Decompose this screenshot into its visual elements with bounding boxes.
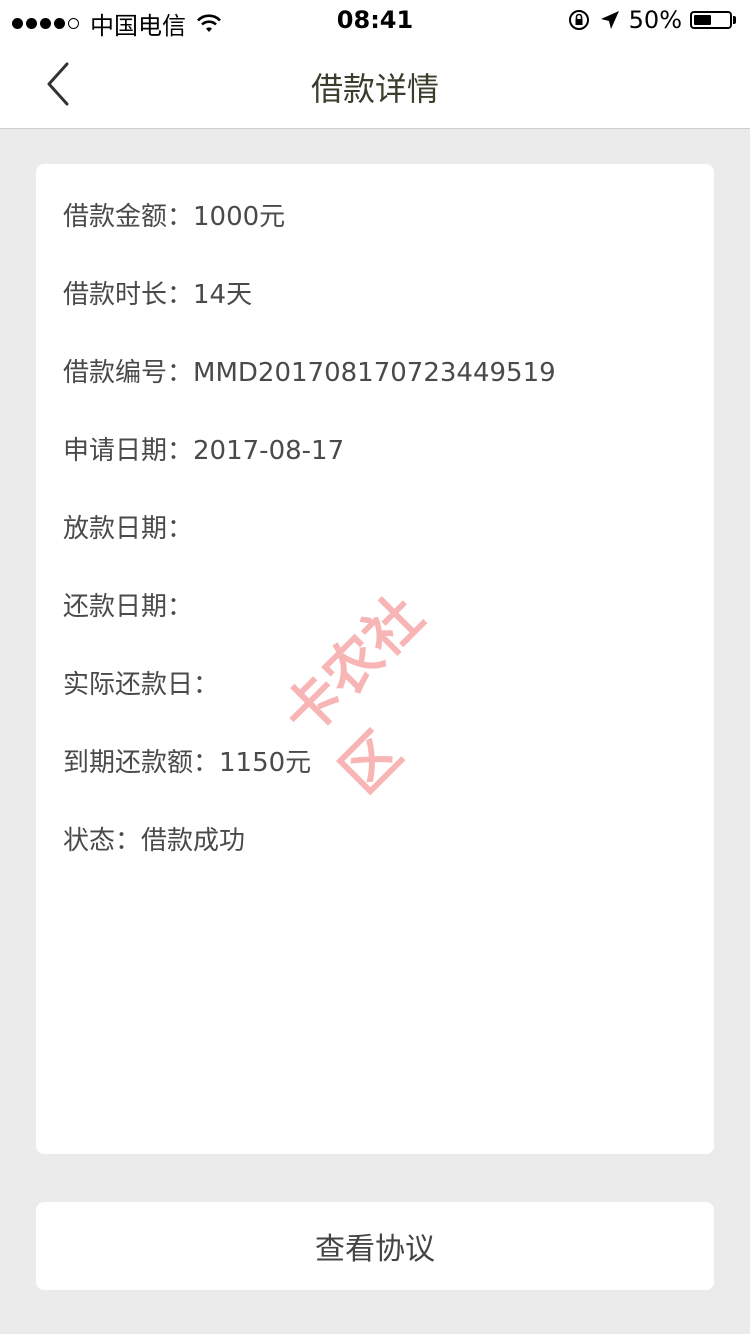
detail-value: 借款成功	[141, 826, 246, 856]
detail-row-loan-number: 借款编号：MMD201708170723449519	[63, 352, 556, 389]
detail-row-status: 状态：借款成功	[63, 820, 245, 857]
detail-value: MMD201708170723449519	[193, 358, 556, 388]
view-agreement-button[interactable]: 查看协议	[36, 1202, 714, 1290]
loan-detail-card: 借款金额：1000元 借款时长：14天 借款编号：MMD201708170723…	[36, 164, 714, 1154]
page-title: 借款详情	[310, 70, 439, 108]
detail-label: 状态：	[63, 826, 142, 856]
detail-row-apply-date: 申请日期：2017-08-17	[63, 430, 344, 467]
detail-label: 借款编号：	[63, 358, 194, 388]
status-right: 50%	[559, 6, 736, 34]
location-arrow-icon	[600, 11, 619, 29]
detail-value: 14天	[193, 280, 253, 310]
battery-percent: 50%	[628, 6, 682, 34]
rotation-lock-icon	[568, 10, 589, 30]
detail-value: 1000元	[193, 202, 286, 232]
view-agreement-label: 查看协议	[315, 1232, 435, 1267]
status-bar: 中国电信 08:41 50%	[0, 0, 750, 40]
detail-row-duration: 借款时长：14天	[63, 274, 252, 311]
detail-label: 到期还款额：	[63, 748, 220, 778]
detail-value: 2017-08-17	[193, 436, 345, 466]
detail-row-disbursement-date: 放款日期：	[63, 508, 193, 545]
detail-value: 1150元	[219, 748, 312, 778]
detail-label: 放款日期：	[63, 514, 194, 544]
navigation-bar: 借款详情	[0, 40, 750, 129]
detail-row-due-amount: 到期还款额：1150元	[63, 742, 311, 779]
detail-label: 还款日期：	[63, 592, 194, 622]
detail-row-repayment-date: 还款日期：	[63, 586, 193, 623]
detail-label: 借款金额：	[63, 202, 194, 232]
detail-row-amount: 借款金额：1000元	[63, 196, 285, 233]
detail-row-actual-repayment-date: 实际还款日：	[63, 664, 219, 701]
detail-label: 实际还款日：	[63, 670, 220, 700]
battery-icon	[690, 11, 736, 29]
detail-label: 借款时长：	[63, 280, 194, 310]
detail-label: 申请日期：	[63, 436, 194, 466]
